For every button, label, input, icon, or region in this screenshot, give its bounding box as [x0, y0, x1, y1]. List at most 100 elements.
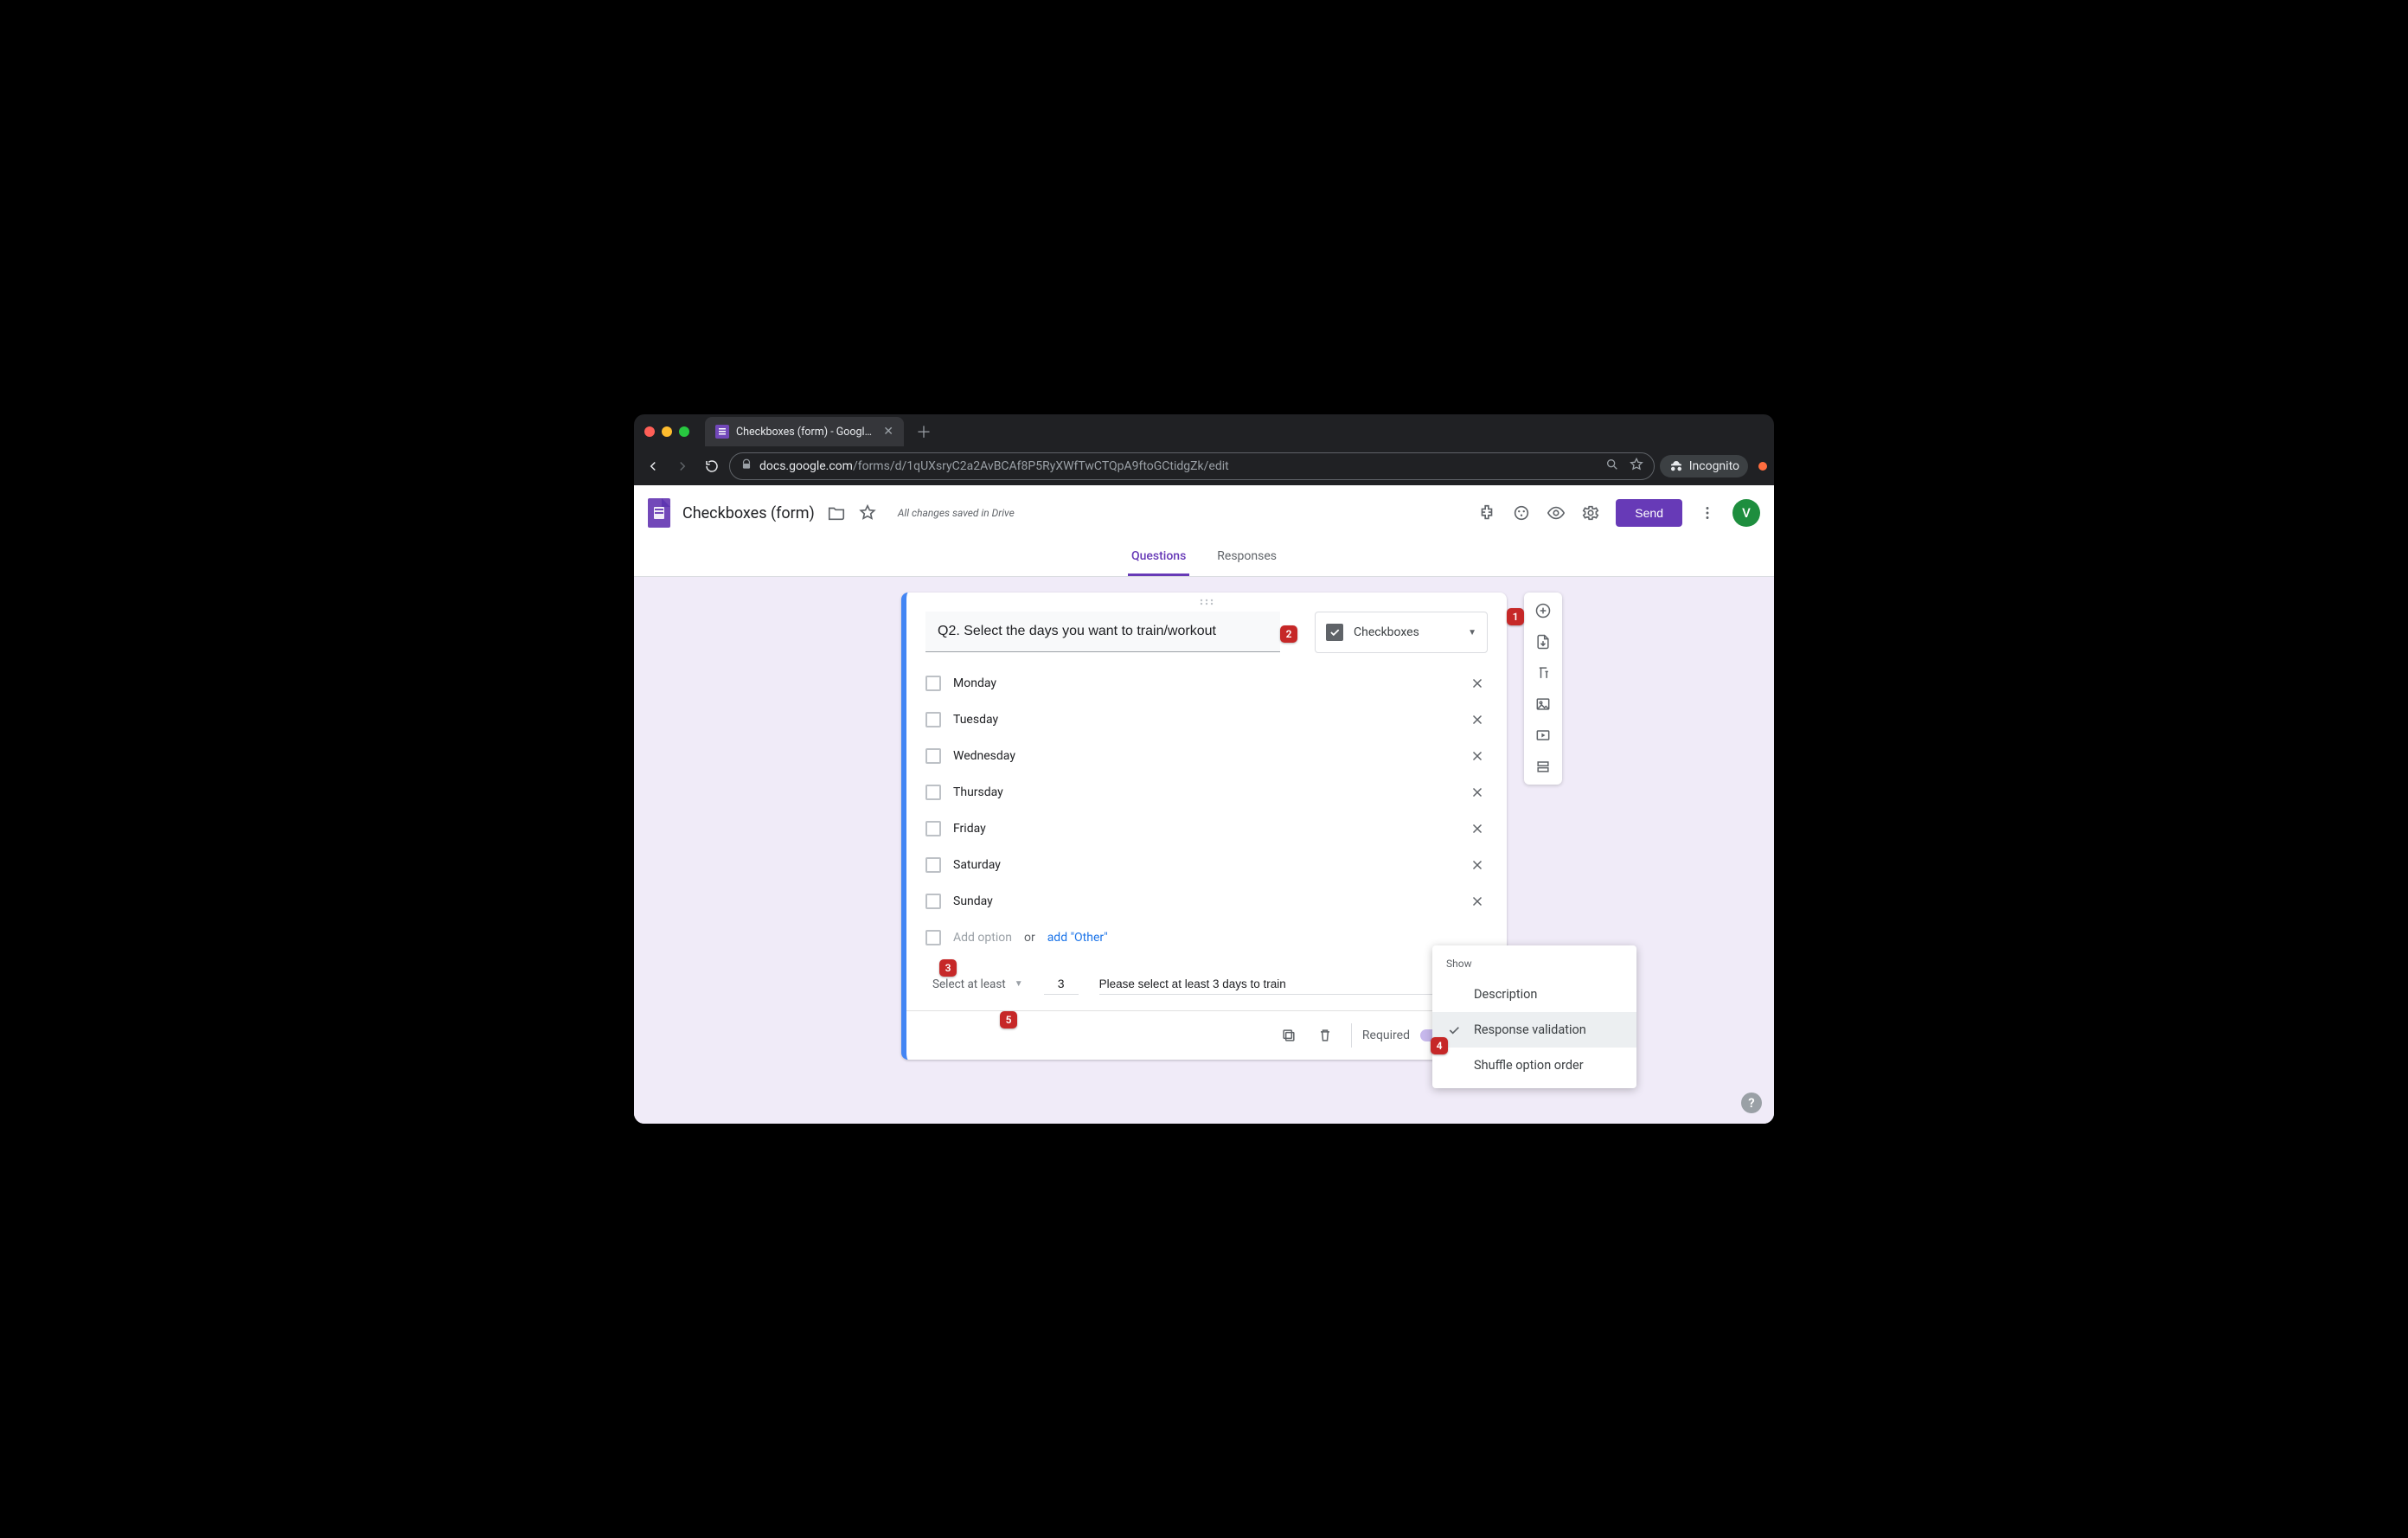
add-question-button[interactable]	[1530, 598, 1556, 624]
more-menu-button[interactable]	[1698, 503, 1717, 522]
checkbox-icon	[925, 748, 941, 764]
question-type-select[interactable]: Checkboxes ▼	[1315, 612, 1488, 653]
drag-handle-icon[interactable]	[906, 593, 1507, 608]
tab-responses[interactable]: Responses	[1214, 541, 1280, 576]
remove-option-button[interactable]	[1467, 782, 1488, 803]
add-video-button[interactable]	[1530, 722, 1556, 748]
preview-button[interactable]	[1547, 503, 1566, 522]
side-toolbar	[1524, 593, 1562, 785]
nav-back-button[interactable]	[641, 454, 665, 478]
menu-section-label: Show	[1432, 954, 1636, 977]
star-button[interactable]	[858, 503, 877, 522]
question-type-label: Checkboxes	[1354, 625, 1457, 639]
app-header: Checkboxes (form) All changes saved in D…	[634, 485, 1774, 541]
option-row[interactable]: Wednesday	[925, 738, 1488, 774]
duplicate-button[interactable]	[1273, 1020, 1304, 1051]
separator	[1351, 1023, 1352, 1048]
window-close-button[interactable]	[644, 426, 655, 437]
validation-number-input[interactable]	[1044, 973, 1079, 995]
remove-option-button[interactable]	[1467, 709, 1488, 730]
add-or-label: or	[1024, 931, 1035, 945]
menu-item[interactable]: Shuffle option order	[1432, 1048, 1636, 1083]
window-minimize-button[interactable]	[662, 426, 672, 437]
addons-button[interactable]	[1477, 503, 1496, 522]
send-button[interactable]: Send	[1616, 499, 1682, 527]
nav-reload-button[interactable]	[700, 454, 724, 478]
annotation-badge-4: 4	[1431, 1037, 1448, 1054]
add-option-button[interactable]: Add option	[953, 931, 1012, 945]
url-text: docs.google.com/forms/d/1qUXsryC2a2AvBCA…	[759, 459, 1229, 473]
checkbox-type-icon	[1326, 624, 1343, 641]
question-title-input[interactable]	[925, 612, 1280, 652]
address-bar[interactable]: docs.google.com/forms/d/1qUXsryC2a2AvBCA…	[729, 452, 1655, 480]
incognito-badge: Incognito	[1660, 455, 1748, 477]
remove-option-button[interactable]	[1467, 746, 1488, 766]
option-row[interactable]: Thursday	[925, 774, 1488, 811]
checkbox-icon	[925, 857, 941, 873]
window-maximize-button[interactable]	[679, 426, 689, 437]
checkbox-icon	[925, 821, 941, 836]
option-row[interactable]: Saturday	[925, 847, 1488, 883]
option-label[interactable]: Tuesday	[953, 713, 1455, 727]
browser-chrome: Checkboxes (form) - Google Fo ✕ ＋ docs.g…	[634, 414, 1774, 485]
move-to-folder-button[interactable]	[827, 503, 846, 522]
option-label[interactable]: Saturday	[953, 858, 1455, 872]
checkbox-icon	[925, 712, 941, 727]
nav-forward-button[interactable]	[670, 454, 695, 478]
add-option-row: Add option or add "Other"	[925, 921, 1488, 954]
option-row[interactable]: Sunday	[925, 883, 1488, 920]
forms-app: Checkboxes (form) All changes saved in D…	[634, 485, 1774, 1124]
option-label[interactable]: Wednesday	[953, 749, 1455, 763]
import-questions-button[interactable]	[1530, 629, 1556, 655]
annotation-badge-3: 3	[939, 959, 957, 977]
help-button[interactable]: ?	[1741, 1093, 1762, 1113]
checkbox-icon	[925, 785, 941, 800]
tab-close-button[interactable]: ✕	[883, 425, 893, 439]
tab-questions[interactable]: Questions	[1128, 541, 1189, 576]
option-label[interactable]: Thursday	[953, 785, 1455, 799]
theme-button[interactable]	[1512, 503, 1531, 522]
form-tabs: Questions Responses	[634, 541, 1774, 577]
add-section-button[interactable]	[1530, 753, 1556, 779]
required-label: Required	[1362, 1029, 1410, 1042]
option-row[interactable]: Tuesday	[925, 702, 1488, 738]
chevron-down-icon: ▼	[1468, 628, 1476, 638]
extension-indicator-icon[interactable]	[1758, 462, 1767, 471]
bookmark-star-icon[interactable]	[1630, 458, 1643, 475]
search-icon[interactable]	[1605, 458, 1619, 475]
add-other-button[interactable]: add "Other"	[1047, 931, 1108, 945]
option-row[interactable]: Friday	[925, 811, 1488, 847]
menu-item[interactable]: Response validation	[1432, 1012, 1636, 1048]
checkbox-icon	[925, 930, 941, 945]
validation-rule-select[interactable]: Select at least ▼	[932, 977, 1023, 991]
remove-option-button[interactable]	[1467, 673, 1488, 694]
document-title[interactable]: Checkboxes (form)	[682, 504, 815, 522]
browser-tab[interactable]: Checkboxes (form) - Google Fo ✕	[705, 417, 904, 446]
option-row[interactable]: Monday	[925, 665, 1488, 702]
option-label[interactable]: Friday	[953, 822, 1455, 836]
delete-button[interactable]	[1310, 1020, 1341, 1051]
validation-error-input[interactable]	[1099, 974, 1486, 995]
add-title-button[interactable]	[1530, 660, 1556, 686]
new-tab-button[interactable]: ＋	[904, 420, 944, 443]
annotation-badge-2: 2	[1280, 625, 1297, 643]
remove-option-button[interactable]	[1467, 855, 1488, 875]
remove-option-button[interactable]	[1467, 818, 1488, 839]
response-validation-row: Select at least ▼	[906, 961, 1507, 1010]
add-image-button[interactable]	[1530, 691, 1556, 717]
settings-button[interactable]	[1581, 503, 1600, 522]
save-status: All changes saved in Drive	[898, 507, 1015, 519]
option-label[interactable]: Sunday	[953, 894, 1455, 908]
remove-option-button[interactable]	[1467, 891, 1488, 912]
forms-logo-icon[interactable]	[648, 498, 670, 528]
incognito-label: Incognito	[1689, 459, 1739, 473]
incognito-icon	[1668, 458, 1684, 474]
option-label[interactable]: Monday	[953, 676, 1455, 690]
chevron-down-icon: ▼	[1015, 979, 1023, 989]
question-card[interactable]: Checkboxes ▼ Monday Tuesday Wednesday Thurs…	[901, 593, 1507, 1060]
menu-item[interactable]: Description	[1432, 977, 1636, 1012]
form-canvas: Checkboxes ▼ Monday Tuesday Wednesday Thurs…	[634, 577, 1774, 1124]
account-avatar[interactable]: V	[1732, 499, 1760, 527]
menu-item-label: Description	[1474, 987, 1537, 1002]
validation-rule-label: Select at least	[932, 977, 1006, 991]
